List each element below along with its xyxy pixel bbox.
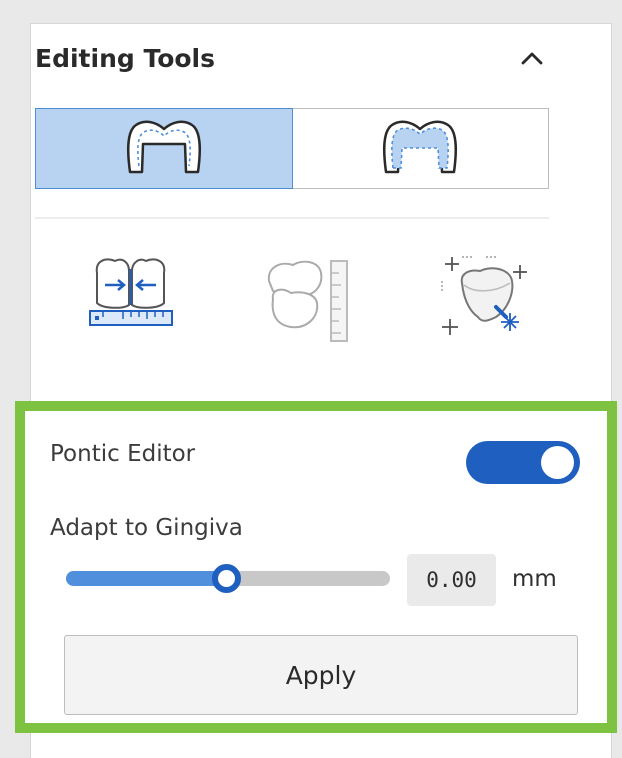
pontic-editor-label: Pontic Editor <box>50 441 196 467</box>
unit-label: mm <box>512 566 557 592</box>
mode-option-inner-crown[interactable] <box>292 108 549 189</box>
adapt-to-gingiva-slider[interactable] <box>50 564 390 594</box>
tooth-gap-measure-icon <box>83 253 178 352</box>
tool-gap-measure[interactable] <box>70 250 190 355</box>
panel-title: Editing Tools <box>35 44 215 73</box>
adapt-value-input[interactable]: 0.00 <box>407 554 496 606</box>
crown-inner-icon <box>378 116 462 182</box>
panel-header: Editing Tools <box>35 44 545 80</box>
crown-outline-icon <box>122 116 206 182</box>
mode-segmented-control <box>35 108 549 189</box>
tool-magic-wand[interactable] <box>424 250 544 355</box>
slider-thumb[interactable] <box>212 564 241 593</box>
tool-row <box>35 250 549 355</box>
toggle-knob <box>541 446 574 479</box>
slider-fill <box>66 571 226 586</box>
tooth-magic-wand-icon <box>434 251 534 355</box>
tool-ruler[interactable] <box>247 250 367 355</box>
section-divider <box>35 217 549 219</box>
apply-button[interactable]: Apply <box>64 635 578 715</box>
mode-option-outer-crown[interactable] <box>35 108 293 189</box>
pontic-editor-toggle[interactable] <box>466 441 580 484</box>
adapt-to-gingiva-label: Adapt to Gingiva <box>50 515 243 541</box>
tooth-ruler-icon <box>257 253 357 352</box>
chevron-up-icon[interactable] <box>519 46 545 72</box>
